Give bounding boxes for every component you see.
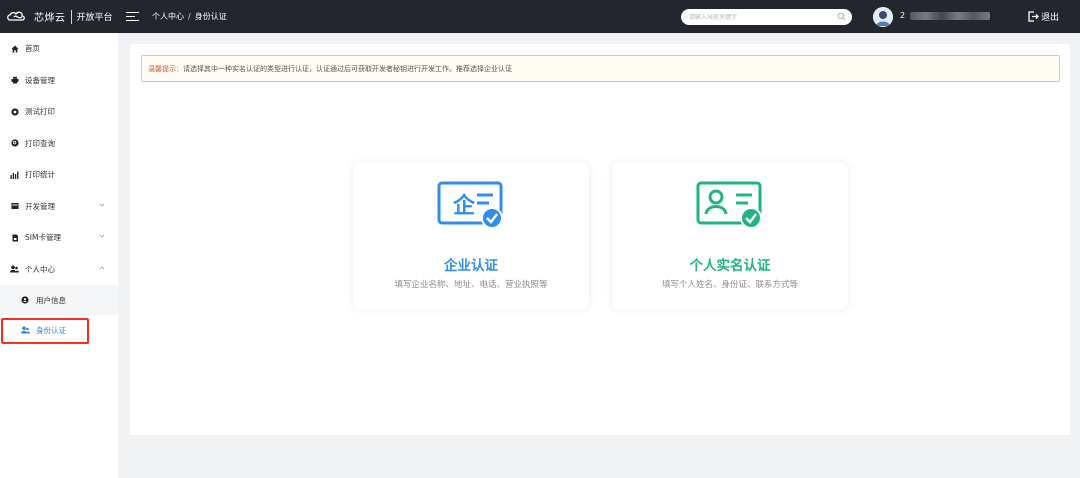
breadcrumb-separator: / <box>188 12 191 21</box>
personal-auth-title: 个人实名认证 <box>689 258 771 274</box>
personal-auth-desc: 填写个人姓名、身份证、联系方式等 <box>661 280 798 290</box>
sidebar-item-print-query[interactable]: 打印查询 <box>0 128 118 160</box>
breadcrumb-item-identity: 身份认证 <box>194 12 227 21</box>
sidebar-item-sim-manage[interactable]: SIM卡管理 <box>0 222 118 254</box>
chevron-down-icon[interactable] <box>99 202 105 208</box>
user-group-icon <box>10 265 19 274</box>
sidebar-item-label: 开发管理 <box>25 201 55 211</box>
sidebar-item-label: 设备管理 <box>25 75 55 85</box>
printer-icon <box>10 76 19 85</box>
identity-icon <box>21 326 30 335</box>
user-info-icon <box>21 295 30 305</box>
search-input[interactable] <box>689 13 829 21</box>
sidebar-item-label: 首页 <box>25 44 40 54</box>
logout-icon <box>1028 11 1039 22</box>
sidebar-item-home[interactable]: 首页 <box>0 33 118 65</box>
main-content <box>130 44 1070 435</box>
brand[interactable]: 芯烨云 开放平台 <box>0 0 118 33</box>
enterprise-auth-title: 企业认证 <box>444 258 498 274</box>
sidebar-subitem-label: 身份认证 <box>36 325 66 335</box>
search-icon[interactable] <box>837 12 846 21</box>
chevron-down-icon[interactable] <box>99 233 105 239</box>
dev-manage-icon <box>10 202 19 211</box>
search-box[interactable] <box>681 9 852 25</box>
sidebar: 首页 设备管理 测试打印 打印查询 打印统计 开发管理 SIM卡管理 个人中心 … <box>0 33 118 478</box>
sidebar-item-label: 打印统计 <box>25 170 55 180</box>
avatar[interactable] <box>873 7 893 27</box>
user-avatar-icon <box>873 7 893 27</box>
sidebar-item-personal-center[interactable]: 个人中心 <box>0 254 118 286</box>
sidebar-item-label: 测试打印 <box>25 107 55 117</box>
username[interactable]: 2 <box>900 11 905 20</box>
sidebar-subitem-identity[interactable]: 身份认证 <box>0 315 118 345</box>
brand-subtitle: 开放平台 <box>76 13 113 23</box>
brand-divider <box>70 9 72 24</box>
sidebar-item-label: SIM卡管理 <box>25 233 61 243</box>
enterprise-auth-card[interactable]: 企 企业认证 填写企业名称、地址、电话、营业执照等 <box>353 162 589 310</box>
username-masked <box>910 12 990 20</box>
sidebar-item-device[interactable]: 设备管理 <box>0 65 118 97</box>
sidebar-item-test-print[interactable]: 测试打印 <box>0 96 118 128</box>
sim-card-icon <box>10 233 19 242</box>
chevron-up-icon[interactable] <box>99 265 105 271</box>
sidebar-subitem-label: 用户信息 <box>36 295 66 305</box>
menu-toggle-icon[interactable] <box>126 11 139 22</box>
sidebar-item-print-stats[interactable]: 打印统计 <box>0 159 118 191</box>
enterprise-id-card-icon: 企 <box>437 181 503 229</box>
brand-name: 芯烨云 <box>34 13 66 24</box>
sidebar-submenu-personal-center: 用户信息 身份认证 <box>0 285 118 345</box>
personal-auth-card[interactable]: 个人实名认证 填写个人姓名、身份证、联系方式等 <box>612 162 848 310</box>
sidebar-item-label: 个人中心 <box>25 264 55 274</box>
home-icon <box>10 44 19 53</box>
logout-button[interactable]: 退出 <box>1028 10 1059 23</box>
notice-label: 温馨提示： <box>148 64 183 73</box>
print-query-icon <box>10 139 19 148</box>
sidebar-item-dev-manage[interactable]: 开发管理 <box>0 191 118 223</box>
breadcrumb: 个人中心 / 身份认证 <box>152 11 227 22</box>
personal-id-card-icon <box>696 181 762 229</box>
breadcrumb-item-personal-center[interactable]: 个人中心 <box>152 11 184 22</box>
bar-chart-icon <box>10 170 19 179</box>
logout-label: 退出 <box>1041 13 1060 23</box>
sidebar-item-label: 打印查询 <box>25 138 55 148</box>
cloud-logo-icon <box>7 11 25 21</box>
svg-text:企: 企 <box>452 193 476 219</box>
notice-banner: 温馨提示： 请选择其中一种实名认证的类型进行认证，认证通过后可获取开发者秘钥进行… <box>141 55 1060 82</box>
notice-text: 请选择其中一种实名认证的类型进行认证，认证通过后可获取开发者秘钥进行开发工作。推… <box>183 64 512 73</box>
test-print-icon <box>10 107 19 116</box>
sidebar-subitem-user-info[interactable]: 用户信息 <box>0 285 118 315</box>
enterprise-auth-desc: 填写企业名称、地址、电话、营业执照等 <box>394 280 548 290</box>
